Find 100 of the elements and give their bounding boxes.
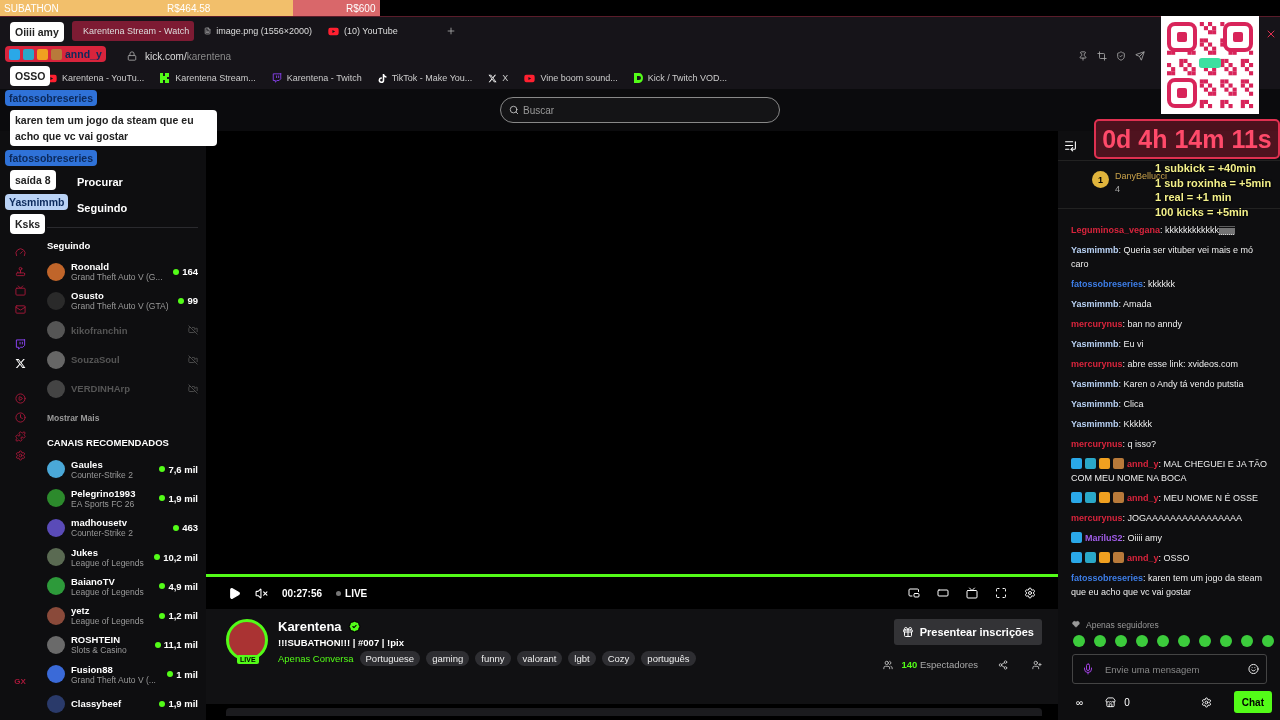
emote-icon[interactable] xyxy=(1178,635,1190,647)
tag[interactable]: valorant xyxy=(516,651,563,666)
bookmark[interactable]: TikTok - Make You... xyxy=(377,73,473,83)
bookmark[interactable]: Karentena Stream... xyxy=(160,73,256,83)
bookmark[interactable]: Vine boom sound... xyxy=(524,72,618,84)
tag[interactable]: Portuguese xyxy=(359,651,421,666)
chat-message: annd_y: MEU NOME N É OSSE xyxy=(1071,491,1272,505)
screen-icon[interactable] xyxy=(966,587,978,599)
viewer-count: 1,9 mil xyxy=(159,492,198,504)
fullscreen-icon[interactable] xyxy=(995,587,1007,599)
channel-name[interactable]: madhousetv xyxy=(71,517,168,529)
overlay-username: fatossobreseries xyxy=(5,150,98,166)
emote-icon[interactable] xyxy=(1241,635,1253,647)
channel-name[interactable]: yetz xyxy=(71,605,154,617)
new-tab-icon[interactable] xyxy=(446,26,456,36)
leader-name: DanyBellucci xyxy=(1115,171,1168,181)
streamer-name[interactable]: Karentena xyxy=(278,619,342,634)
show-more-link[interactable]: Mostrar Mais xyxy=(47,413,198,424)
bookmark[interactable]: X xyxy=(488,73,509,83)
nav-item[interactable]: Procurar xyxy=(77,169,123,195)
browser-tab[interactable]: (10) YouTube xyxy=(322,21,442,41)
d-logo-icon xyxy=(633,73,643,83)
goal-label: SUBATHON xyxy=(4,2,59,14)
points-balance: ∞ xyxy=(1076,696,1084,708)
emote-icon[interactable] xyxy=(1136,635,1148,647)
youtube-icon xyxy=(328,25,339,37)
emote-icon[interactable] xyxy=(1115,635,1127,647)
channel-game: League of Legends xyxy=(71,616,145,627)
tag[interactable]: Cozy xyxy=(601,651,636,666)
shield-icon[interactable] xyxy=(1116,51,1126,61)
gift-subs-button[interactable]: Presentear inscrições xyxy=(893,619,1042,645)
emote-icon[interactable] xyxy=(1199,635,1211,647)
emote-icon[interactable] xyxy=(1157,635,1169,647)
twitch-icon[interactable] xyxy=(14,339,26,350)
channel-game: Counter-Strike 2 xyxy=(71,528,134,539)
bookmark[interactable]: Kick / Twitch VOD... xyxy=(633,73,728,83)
channel-game: League of Legends xyxy=(71,586,145,597)
viewer-count: 11,1 mil xyxy=(154,639,198,651)
close-icon[interactable] xyxy=(1265,28,1277,40)
send-chat-button[interactable]: Chat xyxy=(1233,691,1272,713)
channel-name[interactable]: Jukes xyxy=(71,546,149,558)
emoji-icon[interactable] xyxy=(1248,663,1259,675)
pin-icon[interactable] xyxy=(1078,51,1088,61)
browser-tab[interactable]: Karentena Stream - Watch xyxy=(72,21,194,41)
youtube-icon xyxy=(524,72,536,84)
live-indicator: LIVE xyxy=(336,587,368,599)
address-bar[interactable]: kick.com/karentena xyxy=(145,50,232,62)
theater-mode-icon[interactable] xyxy=(937,587,949,599)
channel-name[interactable]: Gaules xyxy=(71,458,154,470)
search-field[interactable]: Buscar xyxy=(500,97,780,123)
channel-name[interactable]: Pelegrino1993 xyxy=(71,487,154,499)
rank-badge: 1 xyxy=(1092,171,1109,188)
browser-tab[interactable]: image.png (1556×2000) xyxy=(198,21,318,41)
emote-icon[interactable] xyxy=(1094,635,1106,647)
mic-icon[interactable] xyxy=(1082,663,1094,675)
crop-icon[interactable] xyxy=(1097,51,1107,61)
goal-raised: R$464.58 xyxy=(167,2,211,14)
subathon-rule: 1 subkick = +40min xyxy=(1155,161,1257,174)
channel-name[interactable]: Classybeef xyxy=(71,698,154,709)
stream-time: 00:27:56 xyxy=(282,587,323,599)
bookmark[interactable]: Karentena - Twitch xyxy=(271,73,362,83)
tag[interactable]: português xyxy=(641,651,696,666)
collapse-chat-icon[interactable] xyxy=(1064,139,1077,152)
twitch-icon xyxy=(271,73,282,83)
share-icon[interactable] xyxy=(998,659,1008,670)
emote-icon[interactable] xyxy=(1220,635,1232,647)
live-dot-icon xyxy=(178,297,185,304)
viewer-count: 4,9 mil xyxy=(159,580,198,592)
tag[interactable]: gaming xyxy=(426,651,470,666)
emote-icon[interactable] xyxy=(1262,635,1274,647)
x-icon[interactable] xyxy=(14,358,26,369)
chat-message: mercurynus: abre esse link: xvideos.com xyxy=(1071,358,1240,371)
channel-game: EA Sports FC 26 xyxy=(71,498,136,509)
store-icon[interactable] xyxy=(1105,696,1117,708)
channel-name[interactable]: Fusion88 xyxy=(71,663,162,675)
channel-name[interactable]: ROSHTEIN xyxy=(71,634,149,646)
picture-in-picture-icon[interactable] xyxy=(908,587,920,599)
chat-message: annd_y: OSSO xyxy=(1071,551,1272,565)
viewer-count: 10,2 mil xyxy=(154,551,198,563)
viewer-count: 1,9 mil xyxy=(159,698,198,709)
emote-icon[interactable] xyxy=(1073,635,1085,647)
channel-name[interactable]: Osusto xyxy=(71,290,173,302)
channel-name[interactable]: BaianoTV xyxy=(71,575,154,587)
nav-item[interactable]: Seguindo xyxy=(77,195,128,221)
kick-logo-icon xyxy=(160,73,171,83)
channel-name[interactable]: Roonald xyxy=(71,261,168,273)
live-dot-icon xyxy=(173,524,180,531)
tag[interactable]: lgbt xyxy=(568,651,596,666)
viewer-count: 1 mil xyxy=(167,668,198,680)
store-count: 0 xyxy=(1124,696,1130,708)
chat-input[interactable]: Envie uma mensagem xyxy=(1072,654,1267,684)
tag[interactable]: funny xyxy=(475,651,511,666)
mute-icon[interactable] xyxy=(255,586,268,600)
category-link[interactable]: Apenas Conversa xyxy=(278,653,354,664)
send-icon[interactable] xyxy=(1135,51,1145,61)
channel-game: Counter-Strike 2 xyxy=(71,469,134,480)
subathon-timer: 0d 4h 14m 11s xyxy=(1094,119,1280,159)
follow-icon[interactable] xyxy=(1032,659,1042,670)
play-icon[interactable] xyxy=(228,586,241,600)
live-dot-icon xyxy=(173,268,180,275)
